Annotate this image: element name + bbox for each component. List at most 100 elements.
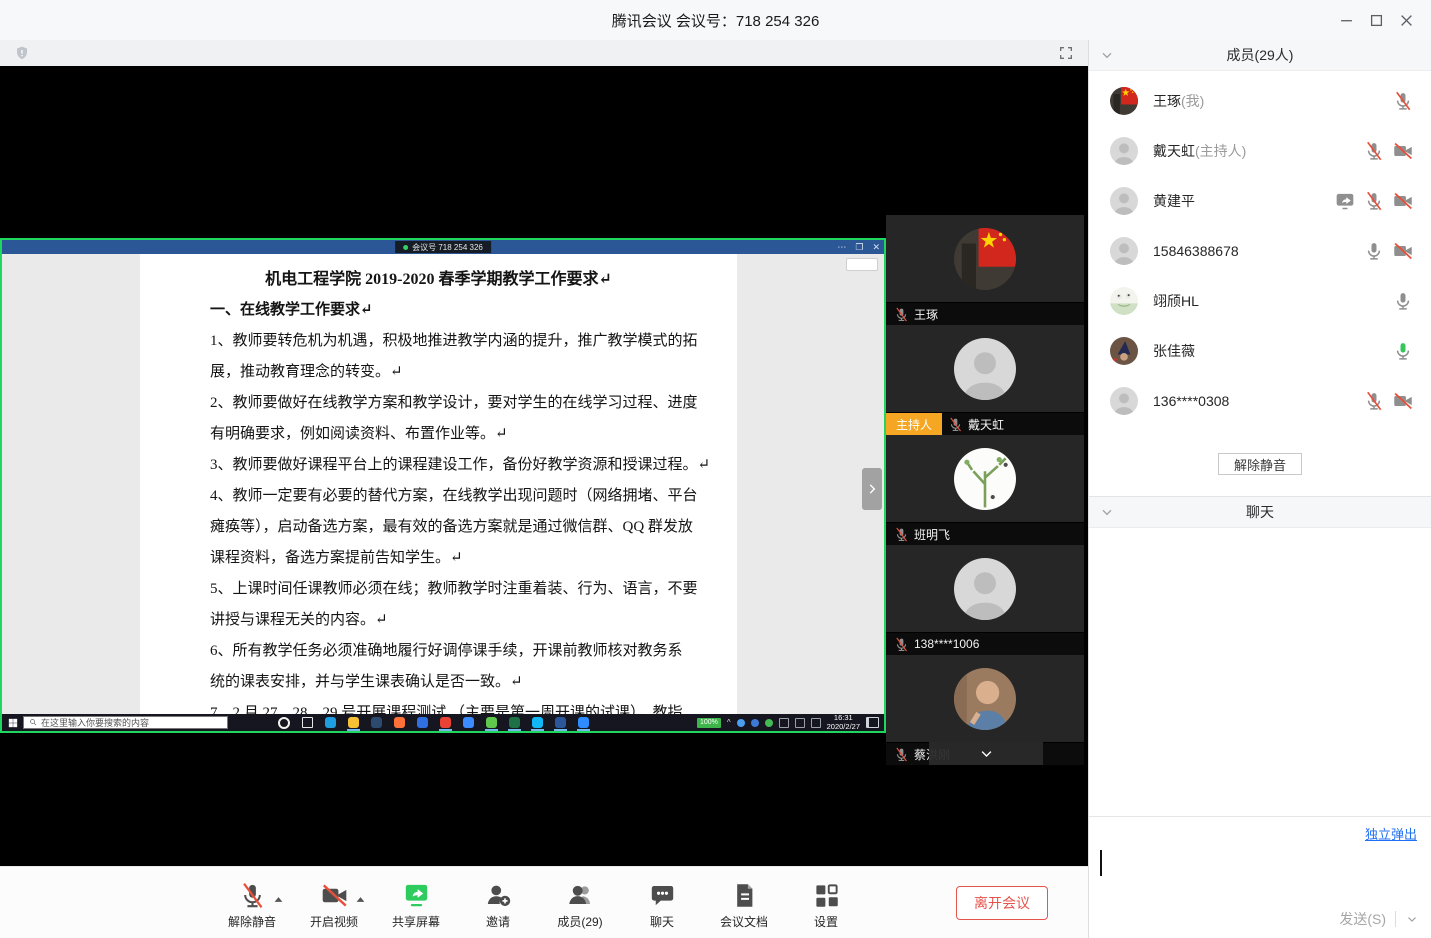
thumbnails-expand-handle[interactable] [862,468,882,510]
collapse-chat-icon[interactable] [1099,504,1115,520]
avatar [1110,337,1138,365]
mail-icon [371,717,382,728]
member-row[interactable]: 王琢(我) [1089,76,1431,126]
word-icon [555,717,566,728]
chat-footer: 独立弹出 发送(S) [1089,816,1431,938]
member-name: 黄建平 [1153,191,1195,211]
windows-taskbar: 在这里输入你要搜索的内容 100% ^ 16:31 [2,714,884,731]
avatar [1110,87,1138,115]
shield-icon[interactable] [12,43,32,63]
taskbar-tray: 100% ^ 16:31 2020/2/27 [697,714,881,731]
thumbnail-video [886,215,1084,303]
stage-toolbar [0,40,1088,66]
member-row[interactable]: 戴天虹(主持人) [1089,126,1431,176]
settings-icon [812,881,840,909]
toolbar-button-doc[interactable]: 会议文档 [718,881,770,930]
member-row[interactable]: 翊颀HL [1089,276,1431,326]
thumbnail-video [886,435,1084,523]
video-thumbnail[interactable]: 王琢 [886,215,1084,325]
caret-up-icon[interactable] [274,890,283,897]
document-line: 5、上课时间任课教师必须在线；教师教学时注重着装、行为、语言，不要 [210,574,667,605]
toolbar-button-label: 共享屏幕 [392,913,440,930]
send-divider [1395,911,1396,927]
caret-up-icon[interactable] [356,890,365,897]
mic-muted-icon [948,417,963,432]
cortana-icon [278,717,290,729]
toolbar-button-screen-share[interactable]: 共享屏幕 [390,881,442,930]
member-status-icons [1364,141,1413,161]
thumbnail-name: 戴天虹 [968,416,1004,433]
toolbar-button-label: 解除静音 [228,913,276,930]
sharing-dot [403,245,408,250]
tray-app-icon [751,719,759,727]
mic-muted-icon [894,637,909,652]
member-name: 15846388678 [1153,243,1239,259]
close-button[interactable] [1391,5,1421,35]
meeting-id-badge: 会议号 718 254 326 [395,241,491,253]
task-view-icon [302,717,313,728]
scrollbar-thumb [846,258,878,271]
collapse-members-icon[interactable] [1099,47,1115,63]
avatar [1110,387,1138,415]
screen-sharing-icon [1335,191,1355,211]
shared-window-controls: ⋯ ❐ ✕ [837,240,880,254]
toolbar-button-invite[interactable]: 邀请 [472,881,524,930]
video-thumbnail[interactable]: 主持人戴天虹 [886,325,1084,435]
firefox-icon [394,717,405,728]
member-status-icons [1364,241,1413,261]
members-icon [566,881,594,909]
send-options-icon[interactable] [1405,912,1419,926]
chat-input[interactable] [1089,845,1431,909]
toolbar-button-camera-off[interactable]: 开启视频 [308,881,360,930]
mic-active-icon [1393,341,1413,361]
member-status-icons [1393,341,1413,361]
doc-icon [730,881,758,909]
member-row[interactable]: 张佳薇 [1089,326,1431,376]
member-status-icons [1364,391,1413,411]
toolbar-button-label: 成员(29) [557,913,602,930]
text-caret [1100,850,1102,876]
unmute-button[interactable]: 解除静音 [1218,453,1302,475]
thumbnail-name: 138****1006 [914,637,979,651]
video-thumbnail[interactable]: 班明飞 [886,435,1084,545]
meeting-toolbar: 解除静音 开启视频 共享屏幕 邀请成员(29) 聊天会议文档 设置 离开会议 [0,866,1088,938]
mic-muted-lg-icon [238,881,266,909]
thumbnail-name: 王琢 [914,306,938,323]
video-thumbnail[interactable]: 138****1006 [886,545,1084,655]
toolbar-button-settings[interactable]: 设置 [800,881,852,930]
members-header-label: 成员(29人) [1227,45,1294,65]
thumbnail-video [886,325,1084,413]
stage: 会议号 718 254 326 ⋯ ❐ ✕ 机电工程学院 2019-2020 春… [0,66,1088,866]
send-button[interactable]: 发送(S) [1339,909,1386,929]
collapse-thumbnails-button[interactable] [929,742,1043,765]
member-row[interactable]: 15846388678 [1089,226,1431,276]
member-row[interactable]: 136****0308 [1089,376,1431,426]
toolbar-button-members[interactable]: 成员(29) [554,881,606,930]
tray-system-icon [779,718,789,728]
member-name: 136****0308 [1153,393,1229,409]
video-thumbnail[interactable]: 蔡洪刚 [886,655,1084,765]
avatar [1110,137,1138,165]
document-line: 瘫痪等），启动备选方案，最有效的备选方案就是通过微信群、QQ 群发放 [210,512,667,543]
avatar [1110,187,1138,215]
start-icon [5,715,20,730]
thumbnail-video [886,545,1084,633]
chat-popout-link[interactable]: 独立弹出 [1365,824,1417,843]
camera-off-icon [1393,191,1413,211]
toolbar-button-chat[interactable]: 聊天 [636,881,688,930]
thumbnail-name-bar: 蔡洪刚 [886,743,1084,765]
leave-meeting-button[interactable]: 离开会议 [956,886,1048,920]
fullscreen-icon[interactable] [1056,43,1076,63]
document-line: 2、教师要做好在线教学方案和教学设计，要对学生的在线学习过程、进度 [210,388,667,419]
toolbar-button-label: 会议文档 [720,913,768,930]
tray-chevron-up-icon: ^ [727,719,731,727]
minimize-button[interactable] [1331,5,1361,35]
maximize-button[interactable] [1361,5,1391,35]
qq-icon [532,717,543,728]
toolbar-button-mic-muted[interactable]: 解除静音 [226,881,278,930]
document-line: 讲授与课程无关的内容。↵ [210,605,667,636]
member-name: 张佳薇 [1153,341,1195,361]
toolbar-button-label: 开启视频 [310,913,358,930]
restore-icon: ❐ [855,243,863,252]
member-row[interactable]: 黄建平 [1089,176,1431,226]
